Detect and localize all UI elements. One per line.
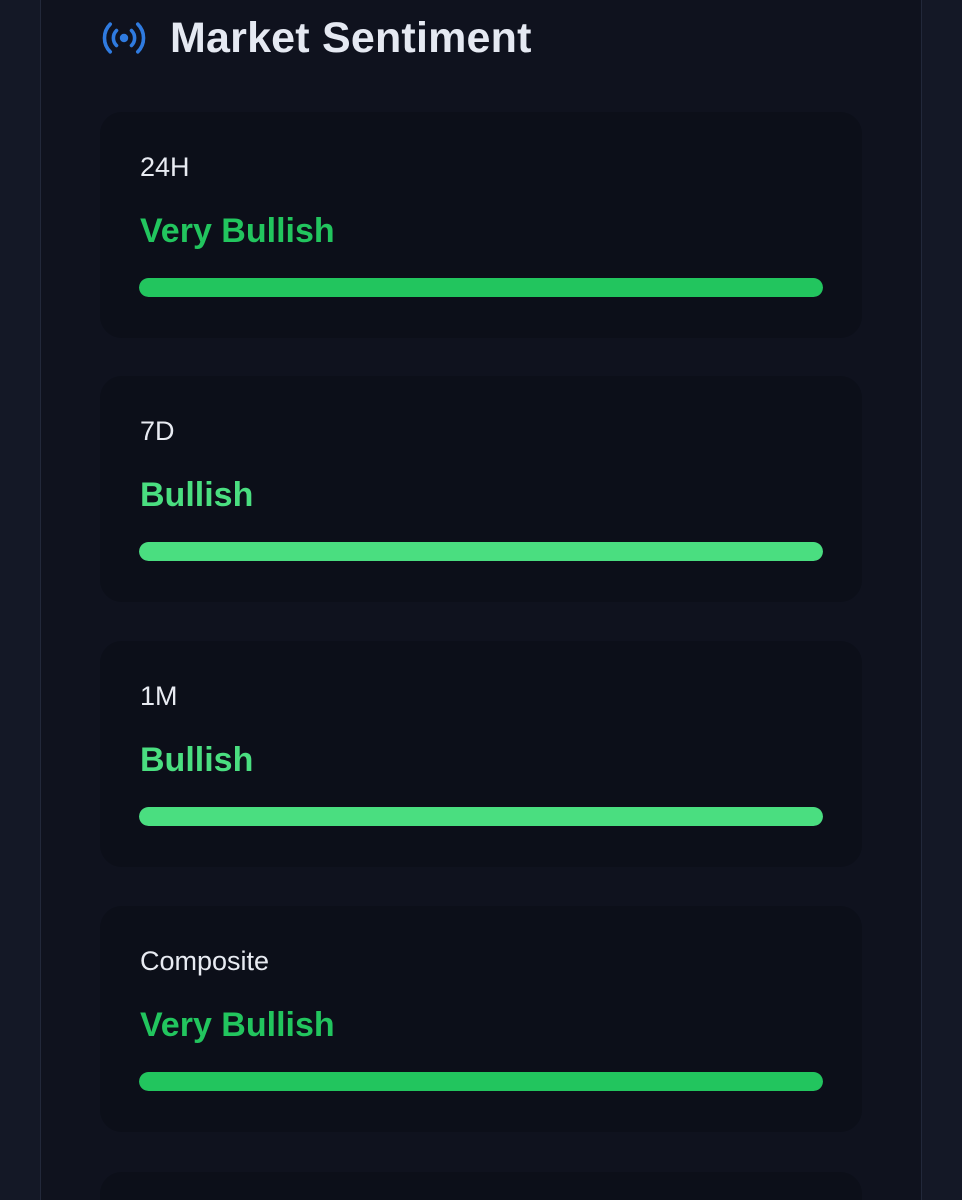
sentiment-label: Bullish xyxy=(140,741,254,779)
period-label: Composite xyxy=(140,946,270,976)
page: Market Sentiment 24H Very Bullish 7D Bul… xyxy=(0,0,962,1200)
period-label: 24H xyxy=(140,152,190,182)
page-title: Market Sentiment xyxy=(170,13,532,62)
sentiment-bar-fill xyxy=(139,1072,823,1091)
sentiment-label: Very Bullish xyxy=(140,212,335,250)
sentiment-card-24h: 24H Very Bullish xyxy=(100,112,862,338)
sentiment-bar-fill xyxy=(139,278,823,297)
sentiment-bar xyxy=(139,807,823,826)
sentiment-label: Very Bullish xyxy=(140,1006,335,1044)
sentiment-bar xyxy=(139,1072,823,1091)
sentiment-bar xyxy=(139,542,823,561)
sentiment-card-composite: Composite Very Bullish xyxy=(100,906,862,1132)
sentiment-bar xyxy=(139,278,823,297)
section-header: Market Sentiment xyxy=(100,12,532,64)
sentiment-card-1m: 1M Bullish xyxy=(100,641,862,867)
sentiment-card-7d: 7D Bullish xyxy=(100,376,862,602)
sentiment-bar-fill xyxy=(139,542,823,561)
broadcast-icon xyxy=(100,14,148,62)
period-label: 1M xyxy=(140,681,178,711)
sentiment-bar-fill xyxy=(139,807,823,826)
sentiment-label: Bullish xyxy=(140,476,254,514)
next-card xyxy=(100,1172,862,1200)
period-label: 7D xyxy=(140,416,175,446)
